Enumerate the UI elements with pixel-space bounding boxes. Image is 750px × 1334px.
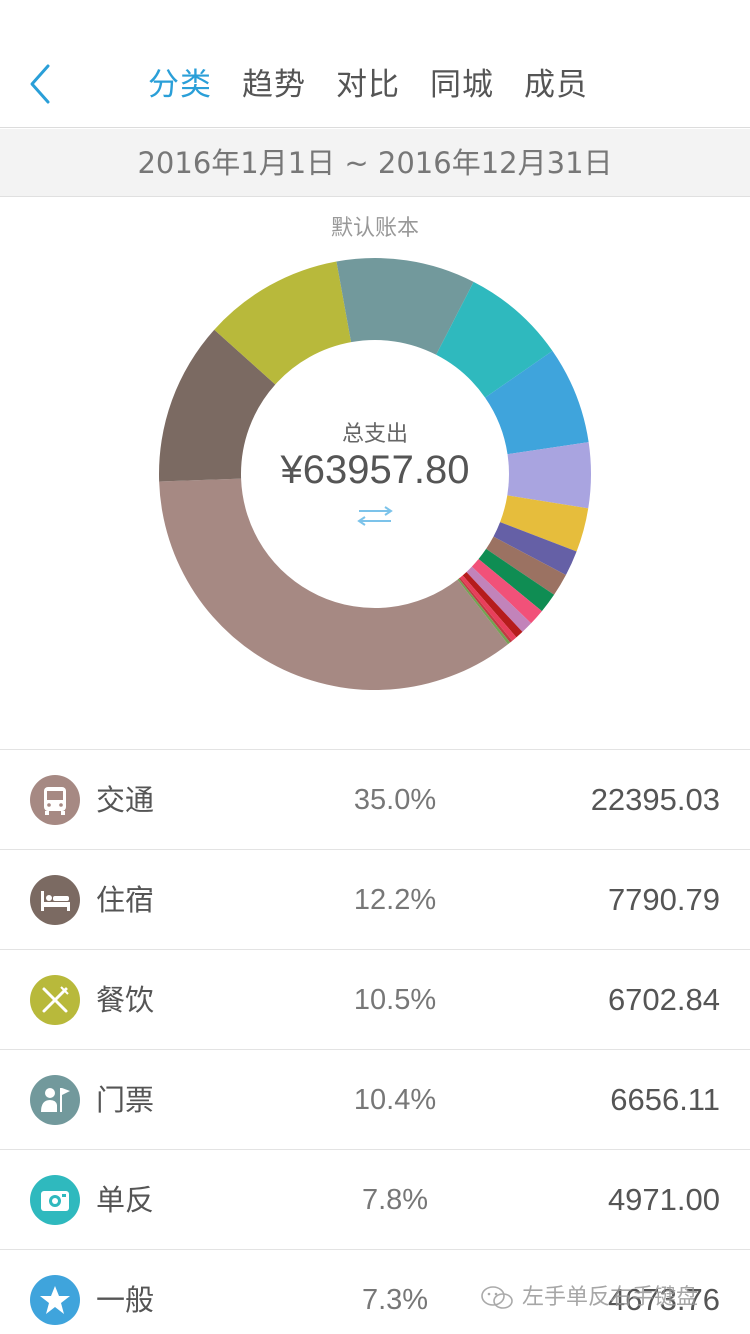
tab-bar: 分类 趋势 对比 同城 成员 [148, 62, 618, 108]
category-name: 门票 [96, 1083, 155, 1117]
swap-arrows-icon[interactable] [356, 506, 394, 526]
category-name: 单反 [96, 1183, 155, 1217]
category-list: 交通 35.0% 22395.03 住宿 12.2% 7790.79 餐饮 10… [0, 749, 750, 1334]
list-item-tickets[interactable]: 门票 10.4% 6656.11 [0, 1050, 750, 1150]
category-name: 一般 [96, 1283, 155, 1317]
tab-trend[interactable]: 趋势 [242, 62, 306, 108]
watermark-text: 左手单反右手键盘 [522, 1285, 699, 1310]
category-percent: 35.0% [353, 784, 437, 816]
date-range-selector[interactable]: 2016年1月1日 ~ 2016年12月31日 [0, 129, 750, 197]
total-expense-amount: ¥63957.80 [280, 448, 470, 492]
wechat-icon [481, 1286, 513, 1309]
category-percent: 10.4% [353, 1084, 437, 1116]
fork-knife-icon [30, 975, 80, 1025]
back-chevron-icon[interactable] [22, 62, 62, 106]
category-amount: 7790.79 [607, 882, 720, 917]
category-percent: 7.8% [361, 1184, 429, 1216]
camera-icon [30, 1175, 80, 1225]
category-name: 餐饮 [96, 983, 155, 1017]
star-icon [30, 1275, 80, 1325]
category-name: 住宿 [96, 883, 155, 917]
category-percent: 10.5% [353, 984, 437, 1016]
tab-category[interactable]: 分类 [148, 62, 212, 108]
total-expense-label: 总支出 [341, 422, 408, 447]
category-amount: 22395.03 [590, 782, 720, 817]
category-name: 交通 [96, 783, 155, 817]
account-book-name: 默认账本 [330, 216, 419, 241]
tab-compare[interactable]: 对比 [336, 62, 400, 108]
category-amount: 6702.84 [607, 982, 720, 1017]
tab-members[interactable]: 成员 [524, 62, 588, 108]
top-nav: 分类 趋势 对比 同城 成员 [0, 0, 750, 128]
list-item-lodging[interactable]: 住宿 12.2% 7790.79 [0, 850, 750, 950]
category-amount: 6656.11 [610, 1082, 720, 1117]
list-item-transport[interactable]: 交通 35.0% 22395.03 [0, 750, 750, 850]
category-percent: 12.2% [353, 884, 437, 916]
bus-icon [30, 775, 80, 825]
watermark: 左手单反右手键盘 [480, 1278, 698, 1318]
category-percent: 7.3% [361, 1284, 429, 1316]
list-item-dining[interactable]: 餐饮 10.5% 6702.84 [0, 950, 750, 1050]
list-item-camera[interactable]: 单反 7.8% 4971.00 [0, 1150, 750, 1250]
tab-local[interactable]: 同城 [430, 62, 494, 108]
ticket-person-flag-icon [30, 1075, 80, 1125]
bed-icon [30, 875, 80, 925]
donut-slice[interactable] [159, 478, 508, 690]
category-amount: 4971.00 [607, 1182, 720, 1217]
